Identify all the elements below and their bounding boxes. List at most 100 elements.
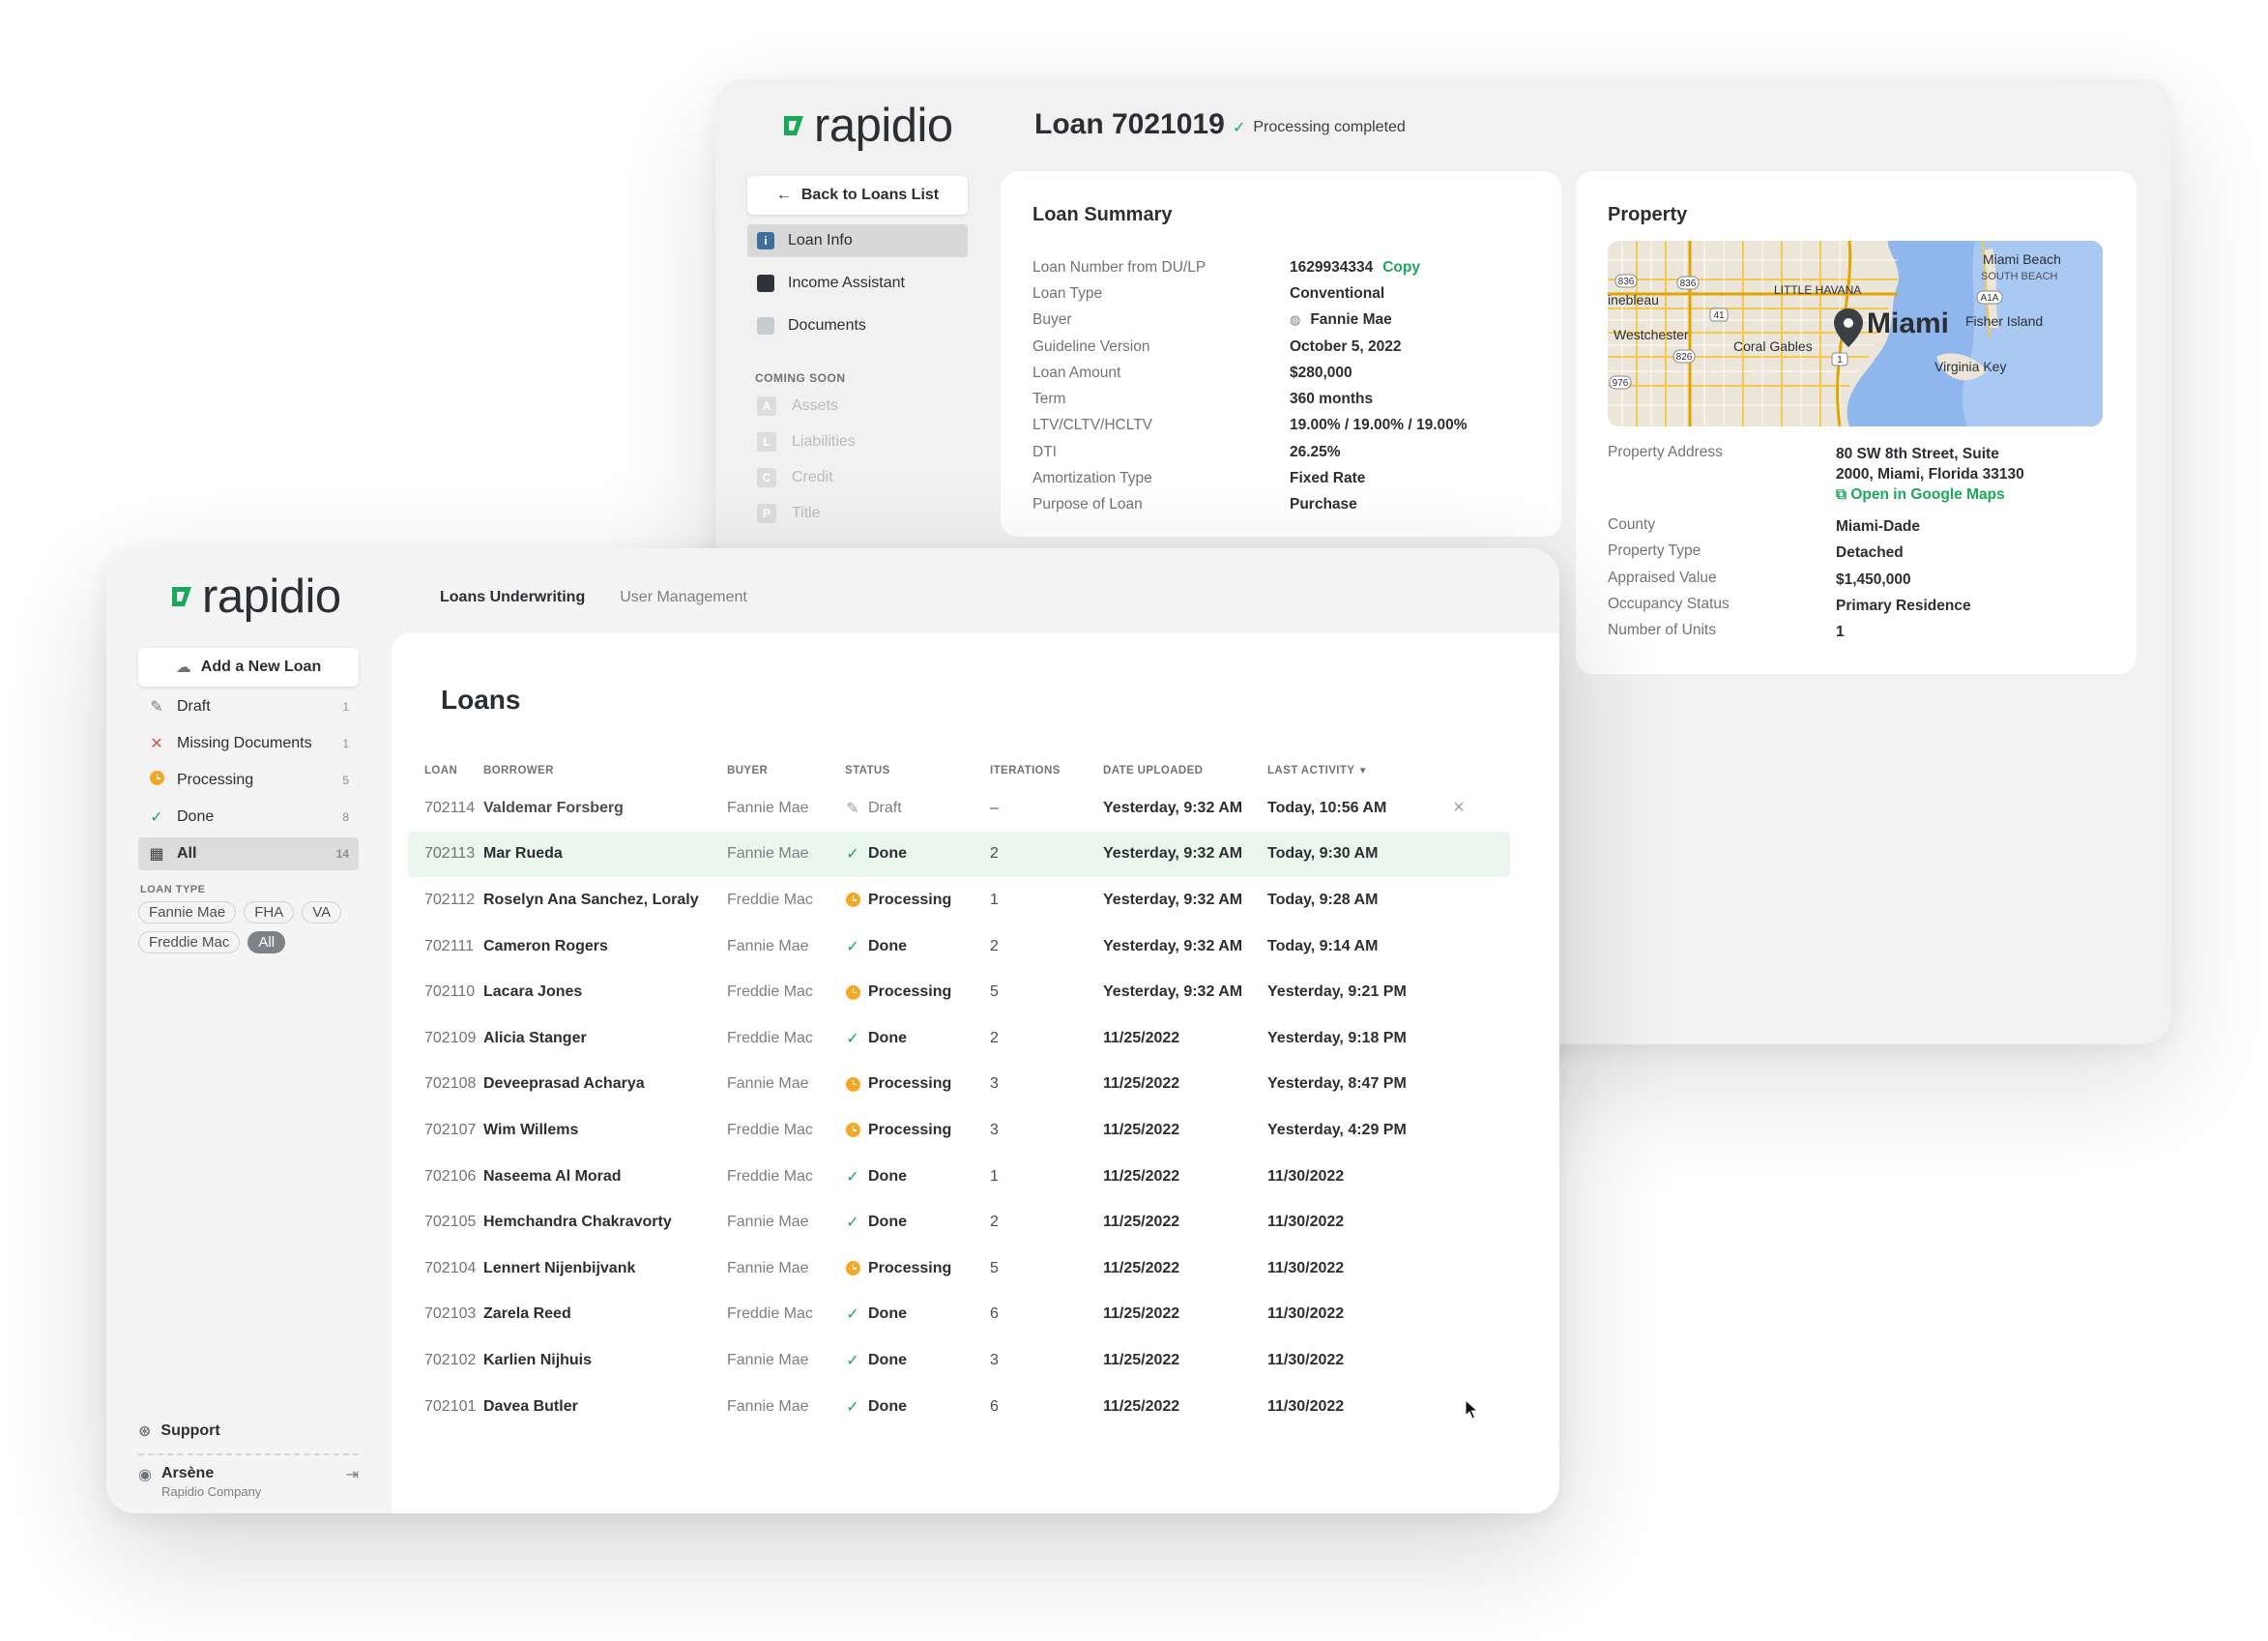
user-profile[interactable]: ◉ Arsène Rapidio Company ⇥ (138, 1465, 359, 1499)
map-label-south-beach: SOUTH BEACH (1981, 271, 2058, 282)
open-google-maps-link[interactable]: ⧉ Open in Google Maps (1836, 486, 2005, 503)
status-label: Processing (868, 983, 952, 1001)
chip-fha[interactable]: FHA (244, 901, 295, 923)
table-row[interactable]: 702104 Lennert Nijenbijvank Fannie Mae Proc… (408, 1245, 1510, 1292)
field-value: $1,450,000 (1836, 571, 1911, 588)
column-header-date-uploaded[interactable]: DATE UPLOADED (1103, 765, 1267, 777)
column-header-iterations[interactable]: ITERATIONS (990, 765, 1103, 777)
loan-id: 702102 (424, 1351, 477, 1368)
map-label-virginia-key: Virginia Key (1934, 359, 2006, 374)
chip-va[interactable]: VA (302, 901, 342, 923)
check-icon: ✓ (846, 1352, 859, 1369)
route-836-label: 836 (1680, 278, 1697, 289)
address-line-2: 2000, Miami, Florida 33130 (1836, 466, 2024, 483)
borrower-name: Deveeprasad Acharya (483, 1075, 645, 1093)
field-label: Loan Number from DU/LP (1032, 258, 1207, 276)
borrower-name: Wim Willems (483, 1121, 579, 1138)
table-row[interactable]: 702109 Alicia Stanger Freddie Mac ✓ Done 2 11/… (408, 1015, 1510, 1062)
borrower-name: Roselyn Ana Sanchez, Loraly (483, 891, 699, 908)
status-badge: ✓ Done (845, 1397, 990, 1417)
clock-icon (845, 1076, 860, 1092)
field-label: Amortization Type (1032, 470, 1152, 487)
field-label: Property Address (1608, 444, 1723, 460)
field-value: Fixed Rate (1290, 470, 1366, 487)
loan-id: 702101 (424, 1397, 477, 1415)
add-new-loan-button[interactable]: ☁ Add a New Loan (138, 648, 359, 687)
check-icon: ✓ (846, 1306, 859, 1324)
nav-income-assistant[interactable]: Income Assistant (747, 267, 968, 300)
chip-freddie-mac[interactable]: Freddie Mac (138, 931, 241, 953)
rapidio-logo[interactable]: rapidio (169, 570, 341, 624)
filter-label: Draft (177, 698, 211, 715)
column-header-borrower[interactable]: BORROWER (483, 765, 727, 777)
check-icon: ✓ (846, 1398, 859, 1416)
table-row[interactable]: 702103 Zarela Reed Freddie Mac ✓ Done 6 11/25/… (408, 1292, 1510, 1338)
loan-id: 702111 (424, 937, 475, 954)
filter-draft[interactable]: ✎ Draft 1 (138, 690, 359, 723)
buyer: Fannie Mae (727, 937, 809, 954)
field-value: $280,000 (1290, 364, 1352, 381)
column-header-status[interactable]: STATUS (845, 765, 990, 777)
filter-missing-documents[interactable]: ✕ Missing Documents 1 (138, 727, 359, 760)
filter-all[interactable]: ▦ All 14 (138, 837, 359, 870)
info-icon: i (757, 232, 774, 249)
table-row[interactable]: 702110 Lacara Jones Freddie Mac Processing 5… (408, 969, 1510, 1015)
column-header-loan[interactable]: LOAN (408, 765, 483, 777)
copy-link[interactable]: Copy (1382, 259, 1420, 277)
map-label-miami: Miami (1867, 308, 1949, 339)
nav-label: Title (792, 505, 821, 521)
date-uploaded: Yesterday, 9:32 AM (1103, 891, 1243, 908)
loan-id: 702110 (424, 983, 476, 1001)
loan-type-chips: Fannie Mae FHA VA Freddie Mac All (138, 901, 361, 953)
chip-all[interactable]: All (247, 931, 286, 953)
rapidio-logo[interactable]: rapidio (781, 99, 953, 153)
globe-icon: ◍ (1290, 312, 1301, 328)
table-row[interactable]: 702108 Deveeprasad Acharya Fannie Mae Proce… (408, 1062, 1510, 1108)
loan-title: Loan 7021019 (1034, 108, 1225, 140)
field-value: Detached (1836, 544, 1904, 562)
tab-loans-underwriting[interactable]: Loans Underwriting (440, 589, 585, 606)
map-label-little-havana: LITTLE HAVANA (1774, 283, 1861, 297)
filter-processing[interactable]: Processing 5 (138, 764, 359, 797)
last-activity: Yesterday, 9:21 PM (1267, 983, 1407, 1001)
table-row[interactable]: 702101 Davea Butler Fannie Mae ✓ Done 6 11/25/… (408, 1384, 1510, 1430)
check-icon: ✓ (150, 809, 163, 826)
table-row[interactable]: 702113 Mar Rueda Fannie Mae ✓ Done 2 Yesterday… (408, 831, 1510, 878)
nav-loan-info[interactable]: i Loan Info (747, 224, 968, 257)
nav-documents[interactable]: Documents (747, 309, 968, 342)
status-label: Done (868, 1167, 907, 1185)
field-value: Purchase (1290, 496, 1357, 513)
route-836-label: 836 (1618, 277, 1635, 287)
column-header-buyer[interactable]: BUYER (727, 765, 845, 777)
tab-user-management[interactable]: User Management (620, 589, 747, 606)
field-label: Appraised Value (1608, 569, 1717, 586)
table-row[interactable]: 702111 Cameron Rogers Fannie Mae ✓ Done 2 Yest… (408, 923, 1510, 970)
delete-draft-icon[interactable]: × (1439, 797, 1478, 819)
maps-link-label: Open in Google Maps (1850, 486, 2005, 503)
filter-done[interactable]: ✓ Done 8 (138, 801, 359, 834)
divider (138, 1453, 359, 1455)
table-row[interactable]: 702106 Naseema Al Morad Freddie Mac ✓ Done 1 1… (408, 1154, 1510, 1200)
loan-id: 702112 (424, 891, 476, 908)
logout-icon[interactable]: ⇥ (346, 1465, 359, 1484)
iterations: 1 (990, 891, 999, 908)
loan-id: 702114 (424, 799, 476, 816)
processing-status: ✓ Processing completed (1233, 118, 1406, 137)
table-row[interactable]: 702114 Valdemar Forsberg Fannie Mae ✎ Draft –… (408, 785, 1510, 832)
table-row[interactable]: 702107 Wim Willems Freddie Mac Processing 3 1… (408, 1107, 1510, 1154)
table-row[interactable]: 702102 Karlien Nijhuis Fannie Mae ✓ Done 3 11/… (408, 1337, 1510, 1384)
column-header-last-activity[interactable]: LAST ACTIVITY ▼ (1267, 765, 1439, 777)
back-to-loans-button[interactable]: ← Back to Loans List (747, 176, 968, 215)
page-title: Loans (441, 685, 521, 715)
iterations: 3 (990, 1075, 999, 1093)
support-link[interactable]: ⊛ Support (138, 1419, 359, 1444)
chip-fannie-mae[interactable]: Fannie Mae (138, 901, 237, 923)
buyer: Freddie Mac (727, 1167, 813, 1185)
property-fields: Property Address 80 SW 8th Street, Suite… (1608, 440, 2110, 644)
check-icon: ✓ (846, 1030, 859, 1047)
table-row[interactable]: 702105 Hemchandra Chakravorty Fannie Mae ✓ D… (408, 1199, 1510, 1245)
table-row[interactable]: 702112 Roselyn Ana Sanchez, Loraly Freddie… (408, 877, 1510, 923)
property-map[interactable]: Miami Miami Beach SOUTH BEACH LITTLE HAV… (1608, 241, 2103, 426)
loans-main-panel: Loans LOAN BORROWER BUYER STATUS ITERATI… (392, 633, 1559, 1513)
buyer: Freddie Mac (727, 891, 813, 908)
